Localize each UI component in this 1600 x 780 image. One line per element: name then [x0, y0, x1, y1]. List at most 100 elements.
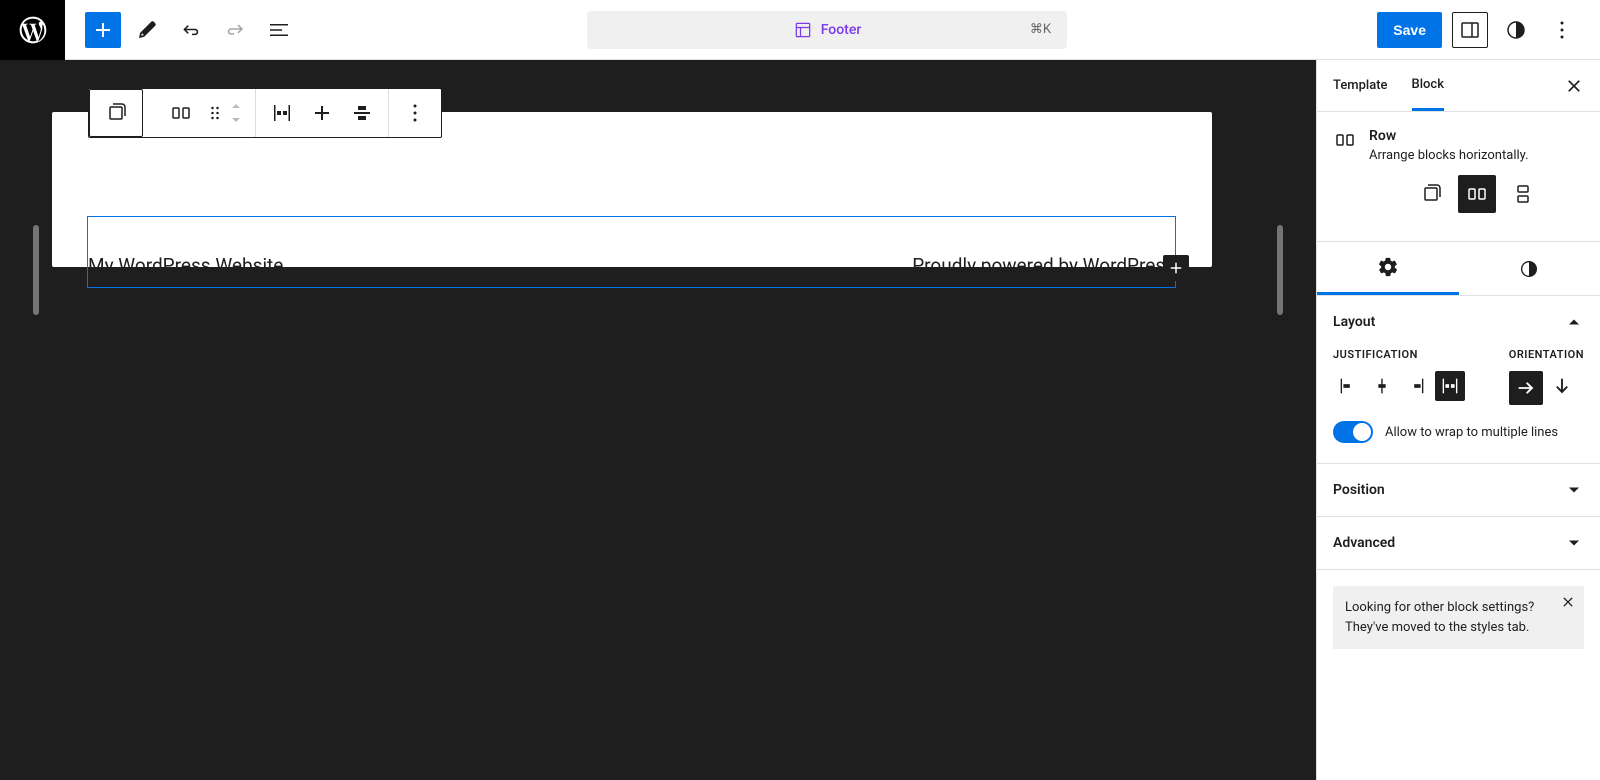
- block-info: Row Arrange blocks horizontally.: [1317, 112, 1600, 242]
- wrap-label: Allow to wrap to multiple lines: [1385, 425, 1558, 440]
- sidebar-tabs: Template Block: [1317, 60, 1600, 112]
- subtab-settings[interactable]: [1317, 242, 1459, 295]
- select-parent-button[interactable]: [96, 93, 136, 133]
- undo-button[interactable]: [173, 12, 209, 48]
- justify-right-icon: [1405, 375, 1427, 397]
- chevron-up-icon: [229, 101, 243, 111]
- powered-by-text[interactable]: Proudly powered by WordPress: [912, 254, 1175, 277]
- justify-space-between-icon: [270, 101, 294, 125]
- redo-button[interactable]: [217, 12, 253, 48]
- settings-sidebar: Template Block Row Arrange blocks horizo…: [1316, 60, 1600, 780]
- arrow-right-icon: [1515, 377, 1537, 399]
- topbar-left-tools: [65, 12, 297, 48]
- resize-handle-right[interactable]: [1277, 225, 1283, 315]
- move-down-button[interactable]: [229, 113, 249, 127]
- command-bar-shortcut: ⌘K: [1030, 22, 1051, 37]
- orientation-horizontal[interactable]: [1509, 371, 1543, 405]
- justification-label: Justification: [1333, 348, 1485, 361]
- orientation-vertical[interactable]: [1547, 371, 1577, 401]
- tools-button[interactable]: [129, 12, 165, 48]
- group-icon: [1419, 182, 1443, 206]
- variation-stack[interactable]: [1504, 175, 1542, 213]
- row-icon: [169, 101, 193, 125]
- vertical-align-icon: [350, 101, 374, 125]
- gear-icon: [1377, 256, 1399, 278]
- half-circle-icon: [1518, 258, 1540, 280]
- command-bar[interactable]: Footer ⌘K: [587, 11, 1067, 49]
- styles-button[interactable]: [1498, 12, 1534, 48]
- document-overview-button[interactable]: [261, 12, 297, 48]
- advanced-panel-header[interactable]: Advanced: [1317, 517, 1600, 569]
- options-button[interactable]: [1544, 12, 1580, 48]
- orientation-label: Orientation: [1509, 348, 1584, 361]
- notice-line1: Looking for other block settings?: [1345, 600, 1534, 615]
- command-bar-label: Footer: [821, 22, 862, 38]
- block-inserter-button[interactable]: [85, 12, 121, 48]
- group-icon: [104, 101, 128, 125]
- block-options-button[interactable]: [395, 93, 435, 133]
- row-icon: [1333, 128, 1357, 152]
- justify-center[interactable]: [1367, 371, 1397, 401]
- chevron-up-icon: [1564, 312, 1584, 332]
- layout-icon: [793, 20, 813, 40]
- arrow-down-icon: [1551, 375, 1573, 397]
- justify-space-between-icon: [1439, 375, 1461, 397]
- wordpress-link[interactable]: WordPress: [1083, 254, 1175, 277]
- plus-icon: [1167, 259, 1185, 277]
- block-appender[interactable]: [1163, 255, 1189, 281]
- drag-icon: [205, 103, 225, 123]
- justify-left[interactable]: [1333, 371, 1363, 401]
- notice-close-button[interactable]: [1560, 594, 1576, 610]
- editor-canvas[interactable]: My WordPress Website Proudly powered by …: [0, 60, 1316, 780]
- advanced-panel: Advanced: [1317, 517, 1600, 570]
- notice-line2: They've moved to the styles tab.: [1345, 620, 1529, 635]
- close-sidebar-button[interactable]: [1564, 76, 1584, 96]
- view-button[interactable]: [1452, 12, 1488, 48]
- edit-icon: [135, 18, 159, 42]
- justify-center-icon: [1371, 375, 1393, 397]
- resize-handle-left[interactable]: [33, 225, 39, 315]
- align-button[interactable]: [302, 93, 342, 133]
- wordpress-icon: [17, 14, 49, 46]
- variation-group[interactable]: [1412, 175, 1450, 213]
- redo-icon: [223, 18, 247, 42]
- chevron-down-icon: [229, 115, 243, 125]
- chevron-down-icon: [1564, 533, 1584, 553]
- subtab-styles[interactable]: [1459, 242, 1600, 295]
- move-up-button[interactable]: [229, 99, 249, 113]
- top-toolbar: Footer ⌘K Save: [0, 0, 1600, 60]
- undo-icon: [179, 18, 203, 42]
- block-variations: [1369, 163, 1584, 225]
- justify-space-between[interactable]: [1435, 371, 1465, 401]
- block-name: Row: [1369, 128, 1584, 144]
- close-icon: [1560, 594, 1576, 610]
- layout-panel-header[interactable]: Layout: [1317, 296, 1600, 348]
- close-icon: [1564, 76, 1584, 96]
- sidebar-icon: [1458, 18, 1482, 42]
- main-area: My WordPress Website Proudly powered by …: [0, 60, 1600, 780]
- justify-button[interactable]: [262, 93, 302, 133]
- chevron-down-icon: [1564, 480, 1584, 500]
- wrap-toggle[interactable]: [1333, 421, 1373, 443]
- footer-template-part[interactable]: My WordPress Website Proudly powered by …: [52, 112, 1212, 267]
- justify-right[interactable]: [1401, 371, 1431, 401]
- row-block[interactable]: My WordPress Website Proudly powered by …: [87, 216, 1176, 288]
- settings-notice: Looking for other block settings? They'v…: [1333, 586, 1584, 649]
- layout-panel: Layout Justification Orie: [1317, 296, 1600, 464]
- wordpress-logo[interactable]: [0, 0, 65, 60]
- site-title[interactable]: My WordPress Website: [88, 254, 283, 277]
- drag-handle[interactable]: [201, 93, 229, 133]
- tab-block[interactable]: Block: [1412, 61, 1444, 111]
- save-button[interactable]: Save: [1377, 12, 1442, 48]
- vertical-align-button[interactable]: [342, 93, 382, 133]
- block-toolbar: [88, 88, 442, 138]
- more-vertical-icon: [1550, 18, 1574, 42]
- plus-icon: [91, 18, 115, 42]
- variation-row[interactable]: [1458, 175, 1496, 213]
- tab-template[interactable]: Template: [1333, 62, 1388, 109]
- topbar-right-tools: Save: [1377, 12, 1600, 48]
- block-description: Arrange blocks horizontally.: [1369, 148, 1584, 163]
- align-icon: [310, 101, 334, 125]
- position-panel-header[interactable]: Position: [1317, 464, 1600, 516]
- block-type-button[interactable]: [161, 93, 201, 133]
